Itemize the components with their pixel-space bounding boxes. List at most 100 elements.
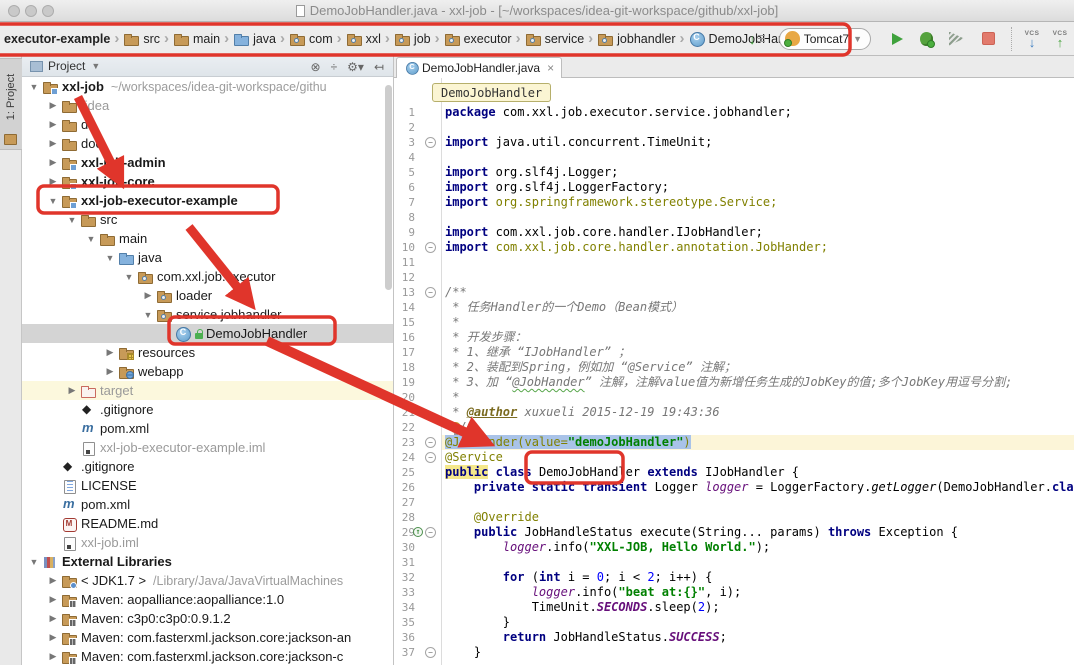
vcs-push-button[interactable]: VCS↑ <box>1049 30 1071 48</box>
close-icon[interactable]: × <box>547 63 554 73</box>
project-scrollbar[interactable] <box>385 85 392 290</box>
breadcrumb-item-jobhandler[interactable]: jobhandler <box>595 30 677 48</box>
tree-row-readme-md[interactable]: README.md <box>22 514 393 533</box>
tree-expand-icon[interactable]: ▼ <box>45 196 61 206</box>
scroll-from-source-icon[interactable]: ⊗ <box>311 60 321 74</box>
breadcrumb-item-com[interactable]: com <box>287 30 335 48</box>
breadcrumb-item-xxl[interactable]: xxl <box>344 30 383 48</box>
tree-expand-icon[interactable]: ▶ <box>45 613 61 624</box>
tree-row-xxl-job-admin[interactable]: ▶xxl-job-admin <box>22 153 393 172</box>
line-number: 27 <box>394 495 415 510</box>
tree-expand-icon[interactable]: ▶ <box>45 651 61 662</box>
tree-row-pom-xml[interactable]: pom.xml <box>22 419 393 438</box>
fold-marker-icon[interactable]: − <box>425 452 436 463</box>
tree-row-pom-xml[interactable]: pom.xml <box>22 495 393 514</box>
tree-row-xxl-job-core[interactable]: ▶xxl-job-core <box>22 172 393 191</box>
fold-marker-icon[interactable]: − <box>425 242 436 253</box>
tree-expand-icon[interactable]: ▶ <box>102 366 118 377</box>
override-gutter-icon[interactable]: ↑ <box>413 527 423 537</box>
tree-row-main[interactable]: ▼main <box>22 229 393 248</box>
tree-expand-icon[interactable]: ▶ <box>64 385 80 396</box>
tree-row-jdk1-7[interactable]: ▶< JDK1.7 > /Library/Java/JavaVirtualMac… <box>22 571 393 590</box>
tree-row-resources[interactable]: ▶resources <box>22 343 393 362</box>
settings-gear-icon[interactable]: ⚙▾ <box>347 60 364 74</box>
tree-row-gitignore[interactable]: .gitignore <box>22 457 393 476</box>
tree-row-loader[interactable]: ▶loader <box>22 286 393 305</box>
document-icon <box>296 5 305 17</box>
tree-expand-icon[interactable]: ▶ <box>45 176 61 187</box>
tree-expand-icon[interactable]: ▶ <box>45 100 61 111</box>
tree-row-db[interactable]: ▶db <box>22 115 393 134</box>
tree-expand-icon[interactable]: ▼ <box>140 310 156 320</box>
tree-expand-icon[interactable]: ▶ <box>45 632 61 643</box>
tree-row-license[interactable]: LICENSE <box>22 476 393 495</box>
breadcrumb-item-java[interactable]: java <box>231 30 278 48</box>
fold-marker-icon[interactable]: − <box>425 527 436 538</box>
tree-expand-icon[interactable]: ▶ <box>45 575 61 586</box>
breadcrumb-item-service[interactable]: service <box>523 30 587 48</box>
tree-expand-icon[interactable]: ▼ <box>102 253 118 263</box>
tree-row-com-xxl-job-executor[interactable]: ▼com.xxl.job.executor <box>22 267 393 286</box>
tree-expand-icon[interactable]: ▶ <box>102 347 118 358</box>
tree-row-gitignore[interactable]: .gitignore <box>22 400 393 419</box>
coverage-button[interactable] <box>949 32 964 46</box>
code-line-21: * @author xuxueli 2015-12-19 19:43:36 <box>445 405 720 420</box>
breadcrumb-item-executor[interactable]: executor <box>442 30 514 48</box>
tree-row-java[interactable]: ▼java <box>22 248 393 267</box>
tree-row-demojobhandler[interactable]: DemoJobHandler <box>22 324 393 343</box>
tree-expand-icon[interactable]: ▼ <box>64 215 80 225</box>
fold-marker-icon[interactable]: − <box>425 137 436 148</box>
tree-expand-icon[interactable]: ▶ <box>140 290 156 301</box>
run-toolbar: ↓ Tomcat7 ▼ VCS↓ VCS↑ <box>749 22 1074 55</box>
debug-button[interactable] <box>920 32 933 46</box>
tree-row-maven-com-fasterxml-jackson-core-jackson-c[interactable]: ▶Maven: com.fasterxml.jackson.core:jacks… <box>22 647 393 665</box>
hide-panel-icon[interactable]: ↤ <box>374 60 384 74</box>
editor-breadcrumb-chip[interactable]: DemoJobHandler <box>432 83 551 102</box>
stop-button[interactable] <box>982 32 995 45</box>
editor[interactable]: DemoJobHandler.java × DemoJobHandler 1pa… <box>394 56 1074 665</box>
tree-row-idea[interactable]: ▶.idea <box>22 96 393 115</box>
collapse-all-icon[interactable]: ÷ <box>331 60 338 74</box>
breadcrumb-item-executor-example[interactable]: executor-example <box>2 31 112 47</box>
tree-expand-icon[interactable]: ▶ <box>45 138 61 149</box>
run-configuration-select[interactable]: Tomcat7 ▼ <box>779 28 871 50</box>
tree-expand-icon[interactable]: ▼ <box>26 557 42 567</box>
tree-row-maven-aopalliance-aopalliance-1-0[interactable]: ▶Maven: aopalliance:aopalliance:1.0 <box>22 590 393 609</box>
tree-row-xxl-job[interactable]: ▼xxl-job ~/workspaces/idea-git-workspace… <box>22 77 393 96</box>
tree-row-xxl-job-executor-example[interactable]: ▼xxl-job-executor-example <box>22 191 393 210</box>
gitfile-icon <box>61 459 77 475</box>
tree-expand-icon[interactable]: ▶ <box>45 157 61 168</box>
tree-row-xxl-job-executor-example-iml[interactable]: xxl-job-executor-example.iml <box>22 438 393 457</box>
tree-row-webapp[interactable]: ▶webapp <box>22 362 393 381</box>
tree-row-external-libraries[interactable]: ▼External Libraries <box>22 552 393 571</box>
breadcrumb-item-main[interactable]: main <box>171 30 222 48</box>
vcs-update-button[interactable]: VCS↓ <box>1021 30 1043 48</box>
tree-row-maven-c3p0-c3p0-0-9-1-2[interactable]: ▶Maven: c3p0:c3p0:0.9.1.2 <box>22 609 393 628</box>
tree-row-xxl-job-iml[interactable]: xxl-job.iml <box>22 533 393 552</box>
chevron-down-icon[interactable]: ▼ <box>91 61 100 71</box>
tree-expand-icon[interactable]: ▼ <box>121 272 137 282</box>
editor-tab-label: DemoJobHandler.java <box>422 61 540 75</box>
intention-bulb-icon[interactable] <box>450 422 461 433</box>
tree-expand-icon[interactable]: ▼ <box>83 234 99 244</box>
code-area[interactable]: DemoJobHandler 1package com.xxl.job.exec… <box>394 78 1074 665</box>
webapp-icon <box>118 364 134 380</box>
tree-row-src[interactable]: ▼src <box>22 210 393 229</box>
breadcrumb-item-job[interactable]: job <box>392 30 433 48</box>
tree-expand-icon[interactable]: ▶ <box>45 119 61 130</box>
fold-marker-icon[interactable]: − <box>425 437 436 448</box>
tree-row-service-jobhandler[interactable]: ▼service.jobhandler <box>22 305 393 324</box>
editor-tab-demojobhandler[interactable]: DemoJobHandler.java × <box>396 57 562 78</box>
fold-marker-icon[interactable]: − <box>425 287 436 298</box>
project-tool-window-tab[interactable]: 1: Project <box>0 58 22 150</box>
tree-row-target[interactable]: ▶target <box>22 381 393 400</box>
tree-expand-icon[interactable]: ▼ <box>26 82 42 92</box>
breadcrumb-item-src[interactable]: src <box>121 30 162 48</box>
tree-row-doc[interactable]: ▶doc <box>22 134 393 153</box>
navigate-down-icon[interactable]: ↓ <box>749 31 765 47</box>
tree-row-maven-com-fasterxml-jackson-core-jackson-an[interactable]: ▶Maven: com.fasterxml.jackson.core:jacks… <box>22 628 393 647</box>
breadcrumb-separator-icon: › <box>224 30 229 47</box>
fold-marker-icon[interactable]: − <box>425 647 436 658</box>
run-button[interactable] <box>892 33 903 45</box>
tree-expand-icon[interactable]: ▶ <box>45 594 61 605</box>
